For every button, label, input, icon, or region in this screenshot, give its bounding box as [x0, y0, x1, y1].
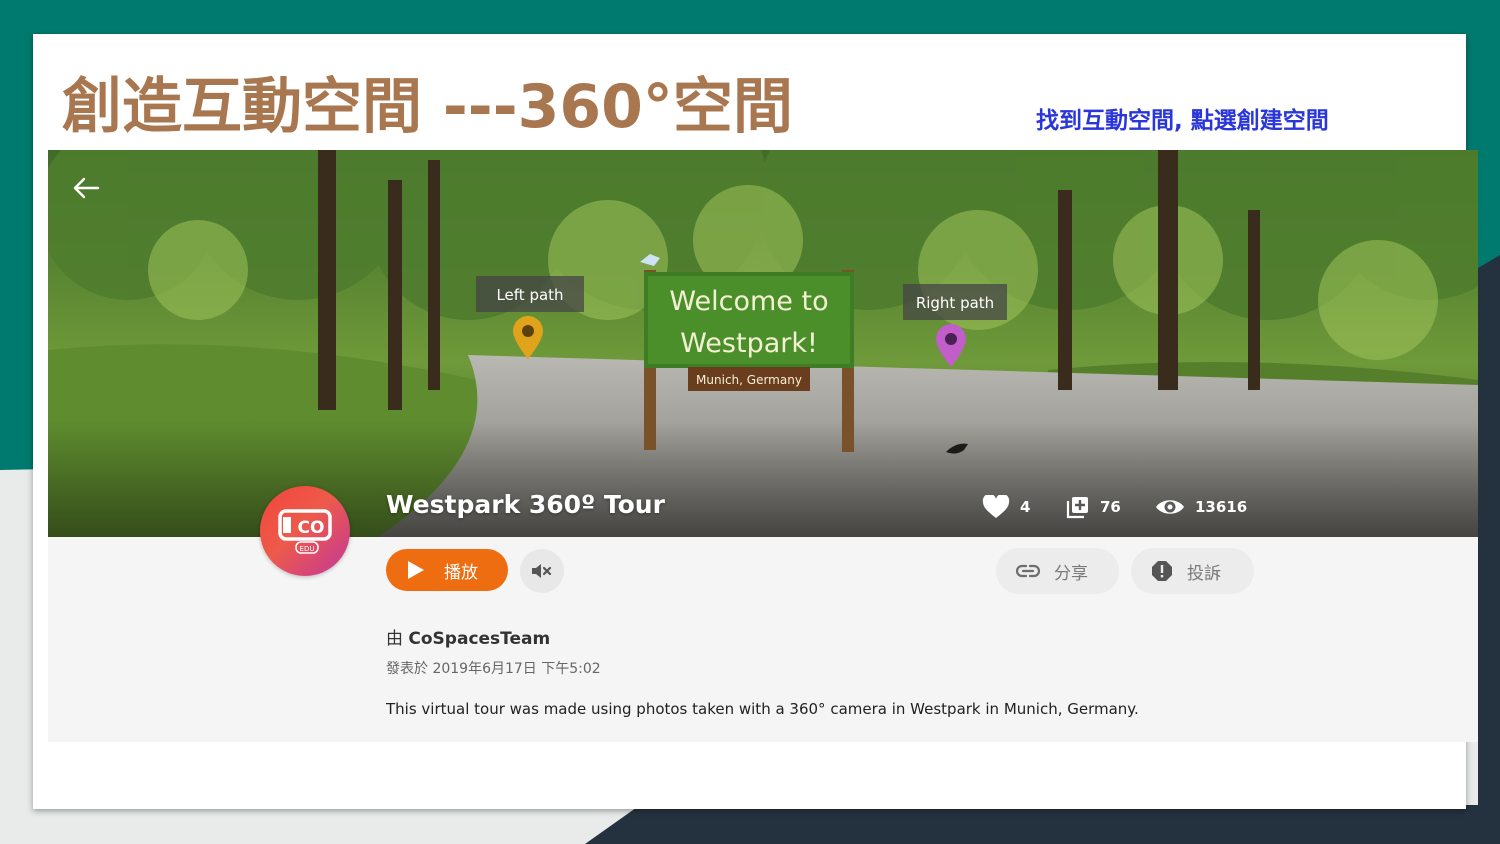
remix-stat[interactable]: 76: [1066, 492, 1121, 522]
park-scene: Welcome to Westpark! Munich, Germany Lef…: [48, 150, 1478, 537]
play-icon: [408, 561, 424, 579]
author-name[interactable]: CoSpacesTeam: [408, 629, 550, 649]
share-button[interactable]: 分享: [996, 548, 1119, 594]
space-preview-360[interactable]: Welcome to Westpark! Munich, Germany Lef…: [48, 150, 1478, 537]
cospaces-edu-logo: CO EDU: [278, 509, 332, 554]
slide-title: 創造互動空間 ---360°空間: [62, 72, 793, 142]
space-description: This virtual tour was made using photos …: [386, 700, 1139, 718]
svg-text:EDU: EDU: [300, 545, 315, 553]
mute-button[interactable]: [520, 549, 564, 593]
slide-note: 找到互動空間, 點選創建空間: [1036, 108, 1329, 134]
svg-text:CO: CO: [298, 518, 325, 538]
play-button[interactable]: 播放: [386, 549, 508, 591]
remix-icon: [1066, 497, 1088, 519]
author-prefix: 由: [386, 629, 403, 649]
views-stat: 13616: [1155, 492, 1247, 522]
likes-count: 4: [1020, 498, 1031, 516]
play-label: 播放: [444, 562, 478, 583]
author-avatar[interactable]: CO EDU: [260, 486, 350, 576]
report-label: 投訴: [1187, 563, 1221, 584]
svg-text:Left path: Left path: [496, 286, 563, 304]
likes-stat[interactable]: 4: [982, 492, 1030, 522]
svg-text:Munich, Germany: Munich, Germany: [696, 373, 802, 387]
space-title: Westpark 360º Tour: [386, 490, 665, 519]
eye-icon: [1156, 500, 1184, 514]
heart-icon: [982, 495, 1010, 518]
publish-date: 發表於 2019年6月17日 下午5:02: [386, 661, 601, 677]
share-label: 分享: [1054, 563, 1088, 584]
cospaces-space-page: Welcome to Westpark! Munich, Germany Lef…: [48, 150, 1478, 742]
report-button[interactable]: 投訴: [1131, 548, 1254, 594]
remix-count: 76: [1100, 498, 1121, 516]
svg-text:Welcome to: Welcome to: [669, 286, 828, 317]
svg-text:Westpark!: Westpark!: [680, 328, 818, 359]
back-arrow-icon[interactable]: [72, 176, 100, 200]
alert-icon: [1152, 561, 1172, 581]
link-icon: [1016, 564, 1040, 578]
views-count: 13616: [1195, 498, 1248, 516]
svg-text:Right path: Right path: [916, 294, 994, 312]
author-byline: 由 CoSpacesTeam: [386, 624, 550, 649]
speaker-muted-icon: [532, 564, 552, 578]
